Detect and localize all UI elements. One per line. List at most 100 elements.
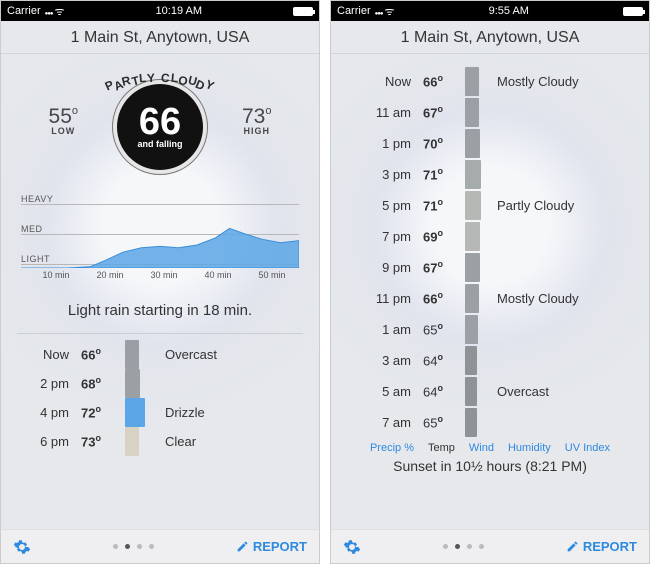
hour-bar [465,129,480,158]
hour-bar [125,398,145,427]
page-dot[interactable] [149,544,154,549]
tab-precip[interactable]: Precip % [370,442,414,454]
hour-row[interactable]: 11 pm66oMostly Cloudy [367,283,613,314]
condition-arc-text: PARTLY CLOUDY [90,72,230,84]
hour-temp: 71o [423,166,457,182]
settings-button[interactable] [13,538,31,556]
page-dot[interactable] [479,544,484,549]
hour-row[interactable]: 5 pm71oPartly Cloudy [367,190,613,221]
status-bar: Carrier ᯤ 10:19 AM [1,1,319,21]
chart-x-tick: 20 min [83,270,137,280]
hour-time: 1 pm [367,136,423,151]
page-dots[interactable] [443,544,484,549]
hour-temp: 66o [423,73,457,89]
hour-row[interactable]: 3 pm71o [367,159,613,190]
tab-uv[interactable]: UV Index [565,442,610,454]
hour-row[interactable]: 1 pm70o [367,128,613,159]
hour-condition: Overcast [157,347,291,362]
tab-temp[interactable]: Temp [428,442,455,454]
chart-x-tick: 30 min [137,270,191,280]
hour-time: 4 pm [29,405,81,420]
hour-time: 5 am [367,384,423,399]
hour-temp: 66o [423,290,457,306]
hour-row[interactable]: Now66oMostly Cloudy [367,66,613,97]
hour-bar [465,346,477,375]
hour-row[interactable]: 6 pm73oClear [29,427,291,456]
report-button[interactable]: REPORT [566,539,637,554]
status-bar: Carrier ᯤ 9:55 AM [331,1,649,21]
hour-bar [465,222,480,251]
clock-label: 9:55 AM [489,5,529,17]
address-bar[interactable]: 1 Main St, Anytown, USA [331,21,649,54]
hour-temp: 64o [423,383,457,399]
hour-bar [465,315,478,344]
current-temp-badge: 66 and falling [117,84,203,170]
address-bar[interactable]: 1 Main St, Anytown, USA [1,21,319,54]
hour-row[interactable]: 4 pm72oDrizzle [29,398,291,427]
hour-condition: Partly Cloudy [489,198,613,213]
hour-row[interactable]: 1 am65o [367,314,613,345]
footer-bar: REPORT [1,529,319,563]
page-dot[interactable] [443,544,448,549]
chart-x-tick: 50 min [245,270,299,280]
page-dots[interactable] [113,544,154,549]
battery-icon [623,7,643,16]
page-dot[interactable] [467,544,472,549]
page-dot[interactable] [113,544,118,549]
hour-row[interactable]: 5 am64oOvercast [367,376,613,407]
chart-x-tick: 40 min [191,270,245,280]
battery-icon [293,7,313,16]
hour-row[interactable]: 2 pm68o [29,369,291,398]
pencil-icon [236,540,249,553]
hour-time: 7 pm [367,229,423,244]
hour-row[interactable]: Now66o Overcast [29,340,291,369]
hour-temp: 72o [81,404,117,420]
clock-label: 10:19 AM [156,5,202,17]
hour-time: 9 pm [367,260,423,275]
hour-time: 1 am [367,322,423,337]
hour-time: 2 pm [29,376,81,391]
tab-wind[interactable]: Wind [469,442,494,454]
hour-temp: 73o [81,433,117,449]
hour-bar [465,408,477,437]
hour-temp: 67o [423,259,457,275]
hour-temp: 66o [81,346,117,362]
footer-bar: REPORT [331,529,649,563]
current-conditions: 55o LOW PARTLY CLOUDY 66 and falling 73o… [1,54,319,178]
hourly-forecast[interactable]: Now66oMostly Cloudy11 am67o1 pm70o3 pm71… [367,66,613,438]
page-dot[interactable] [137,544,142,549]
gear-icon [343,538,361,556]
hour-temp: 71o [423,197,457,213]
hour-row[interactable]: 11 am67o [367,97,613,128]
hour-time: 11 pm [367,291,423,306]
carrier-label: Carrier [7,5,41,17]
wifi-icon: ᯤ [375,4,395,19]
sunset-label: Sunset in 10½ hours (8:21 PM) [331,456,649,478]
hour-temp: 65o [423,414,457,430]
hour-row[interactable]: 7 am65o [367,407,613,438]
hour-time: 3 am [367,353,423,368]
precip-chart: HEAVY MED LIGHT 10 min20 min30 min40 min… [21,196,299,292]
chart-x-tick: 10 min [29,270,83,280]
hour-time: Now [29,347,81,362]
report-button[interactable]: REPORT [236,539,307,554]
page-dot[interactable] [125,544,130,549]
hour-row[interactable]: 3 am64o [367,345,613,376]
tab-humidity[interactable]: Humidity [508,442,551,454]
hour-temp: 67o [423,104,457,120]
phone-screen-2: Carrier ᯤ 9:55 AM 1 Main St, Anytown, US… [330,0,650,564]
settings-button[interactable] [343,538,361,556]
divider [17,333,303,334]
pencil-icon [566,540,579,553]
high-temp: 73o HIGH [242,106,271,136]
hour-bar [125,340,139,369]
hour-bar [465,253,480,282]
phone-screen-1: Carrier ᯤ 10:19 AM 1 Main St, Anytown, U… [0,0,320,564]
page-dot[interactable] [455,544,460,549]
hour-row[interactable]: 7 pm69o [367,221,613,252]
hour-row[interactable]: 9 pm67o [367,252,613,283]
hour-condition: Clear [157,434,291,449]
hour-time: Now [367,74,423,89]
hour-bar [465,67,479,96]
hourly-forecast[interactable]: Now66oOvercast2 pm68o4 pm72oDrizzle6 pm7… [29,340,291,456]
